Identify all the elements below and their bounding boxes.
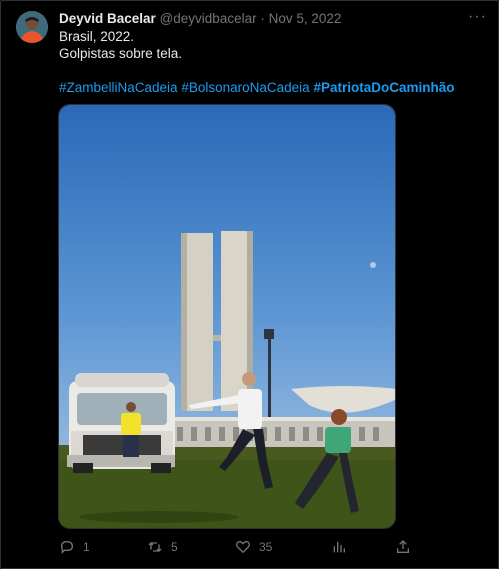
retweet-icon	[148, 542, 162, 552]
avatar[interactable]	[16, 11, 48, 43]
hashtags: #ZambelliNaCadeia #BolsonaroNaCadeia #Pa…	[59, 79, 454, 96]
hashtag-link[interactable]: #ZambelliNaCadeia	[59, 80, 178, 95]
retweet-button[interactable]: 5	[147, 539, 178, 555]
like-button[interactable]: 35	[235, 539, 272, 555]
reply-count: 1	[83, 540, 90, 554]
separator: ·	[260, 11, 265, 26]
avatar-image	[16, 11, 48, 43]
tweet-text-line: Golpistas sobre tela.	[59, 46, 183, 61]
author-handle[interactable]: @deyvidbacelar	[160, 11, 257, 26]
author-name[interactable]: Deyvid Bacelar	[59, 11, 156, 26]
reply-icon	[60, 540, 74, 554]
tweet-actions: 1 5 35	[59, 539, 419, 557]
tweet-text: Brasil, 2022. Golpistas sobre tela.	[59, 28, 182, 62]
views-button[interactable]	[331, 539, 355, 555]
tweet-media[interactable]	[58, 104, 396, 529]
heart-icon	[236, 540, 250, 554]
reply-button[interactable]: 1	[59, 539, 90, 555]
retweet-count: 5	[171, 540, 178, 554]
tweet-header: Deyvid Bacelar @deyvidbacelar · Nov 5, 2…	[59, 10, 341, 27]
media-image	[59, 105, 395, 528]
hashtag-link[interactable]: #PatriotaDoCaminhão	[313, 80, 454, 95]
like-count: 35	[259, 540, 273, 554]
analytics-icon	[333, 541, 345, 553]
more-options-icon[interactable]: ···	[468, 8, 487, 26]
hashtag-link[interactable]: #BolsonaroNaCadeia	[181, 80, 309, 95]
tweet-date[interactable]: Nov 5, 2022	[269, 11, 342, 26]
share-button[interactable]	[395, 539, 411, 555]
share-icon	[397, 540, 409, 553]
tweet-text-line: Brasil, 2022.	[59, 29, 135, 44]
